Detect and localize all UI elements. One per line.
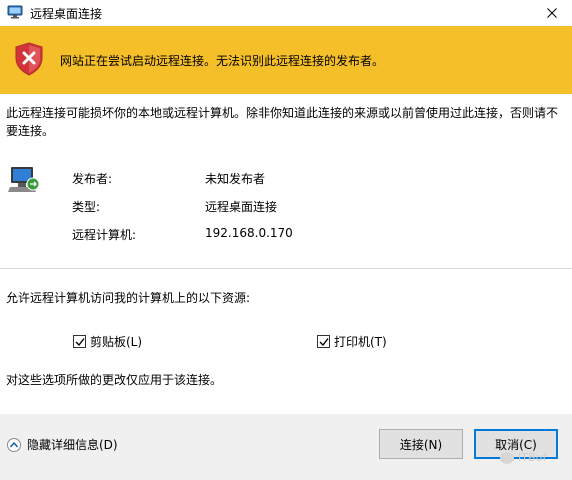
checkmark-icon xyxy=(75,338,85,347)
divider xyxy=(0,268,572,269)
computer-icon xyxy=(8,165,40,195)
title-bar: 远程桌面连接 xyxy=(0,0,572,26)
chevron-up-icon xyxy=(7,437,21,452)
hide-details-toggle[interactable]: 隐藏详细信息(D) xyxy=(7,436,118,453)
hide-details-label: 隐藏详细信息(D) xyxy=(27,438,118,452)
printer-label: 打印机(T) xyxy=(334,335,387,349)
type-label: 类型: xyxy=(72,200,101,214)
warning-banner: 网站正在尝试启动远程连接。无法识别此远程连接的发布者。 xyxy=(0,26,572,94)
checkmark-icon xyxy=(319,338,329,347)
banner-message: 网站正在尝试启动远程连接。无法识别此远程连接的发布者。 xyxy=(60,54,385,68)
close-button[interactable] xyxy=(532,0,572,26)
watermark: ITBuf xyxy=(500,451,546,464)
clipboard-label: 剪贴板(L) xyxy=(90,335,143,349)
printer-checkbox-box[interactable] xyxy=(317,335,330,348)
resources-title: 允许远程计算机访问我的计算机上的以下资源: xyxy=(6,291,251,305)
type-value: 远程桌面连接 xyxy=(205,200,278,214)
printer-checkbox[interactable]: 打印机(T) xyxy=(317,333,387,350)
publisher-value: 未知发布者 xyxy=(205,172,266,186)
shield-error-icon xyxy=(14,42,44,76)
close-icon xyxy=(547,8,557,18)
clipboard-checkbox[interactable]: 剪贴板(L) xyxy=(73,333,142,350)
remote-desktop-icon xyxy=(7,5,23,19)
resources-note: 对这些选项所做的更改仅应用于该连接。 xyxy=(6,373,223,387)
warning-text: 此远程连接可能损坏你的本地或远程计算机。除非你知道此连接的来源或以前曾使用过此连… xyxy=(6,106,559,138)
window-title: 远程桌面连接 xyxy=(30,7,103,21)
wechat-icon xyxy=(500,451,514,464)
publisher-label: 发布者: xyxy=(72,172,113,186)
watermark-text: ITBuf xyxy=(518,451,547,464)
remote-computer-value: 192.168.0.170 xyxy=(205,226,293,240)
dialog-footer: 隐藏详细信息(D) 连接(N) 取消(C) ITBuf xyxy=(0,414,572,480)
clipboard-checkbox-box[interactable] xyxy=(73,335,86,348)
remote-computer-label: 远程计算机: xyxy=(72,228,137,242)
connect-button[interactable]: 连接(N) xyxy=(379,429,463,459)
